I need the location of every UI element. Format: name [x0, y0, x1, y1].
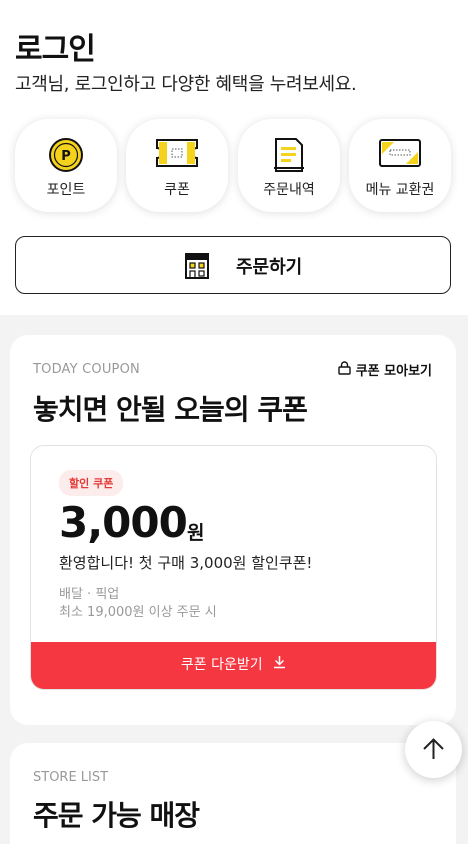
order-button-label: 주문하기: [236, 257, 303, 278]
quick-menu-label: 포인트: [46, 182, 86, 198]
quick-menu-label: 주문내역: [263, 182, 315, 198]
voucher-card-icon: [378, 137, 422, 173]
login-header: 로그인 고객님, 로그인하고 다양한 혜택을 누려보세요. P 포인트 쿠폰 주…: [0, 0, 468, 315]
section-title: 놓치면 안될 오늘의 쿠폰: [33, 393, 308, 426]
coupon-badge: 할인 쿠폰: [59, 470, 124, 496]
section-eyebrow: TODAY COUPON: [33, 362, 140, 377]
coupon-order-type: 배달 · 픽업: [59, 587, 120, 602]
today-coupon-section: TODAY COUPON 쿠폰 모아보기 놓치면 안될 오늘의 쿠폰 할인 쿠폰…: [10, 335, 456, 725]
coupon-download-button[interactable]: 쿠폰 다운받기: [31, 642, 436, 689]
coupon-card: 할인 쿠폰 3,000 원 환영합니다! 첫 구매 3,000원 할인쿠폰! 배…: [30, 445, 437, 690]
quick-menu-coupon[interactable]: 쿠폰: [126, 119, 228, 212]
scroll-to-top-button[interactable]: [405, 721, 462, 778]
receipt-icon: [272, 137, 306, 177]
quick-menu-points[interactable]: P 포인트: [15, 119, 117, 212]
download-icon: [273, 642, 286, 688]
section-eyebrow: STORE LIST: [33, 770, 109, 785]
view-all-coupons-link[interactable]: 쿠폰 모아보기: [338, 360, 432, 379]
quick-menu-order-history[interactable]: 주문내역: [238, 119, 340, 212]
quick-menu-voucher[interactable]: 메뉴 교환권: [349, 119, 451, 212]
coupon-ticket-icon: [155, 137, 199, 173]
view-all-label: 쿠폰 모아보기: [355, 364, 432, 379]
lock-icon: [338, 360, 351, 379]
point-coin-icon: P: [48, 137, 84, 177]
order-button[interactable]: 주문하기: [15, 236, 451, 294]
arrow-up-icon: [423, 738, 444, 759]
page-title[interactable]: 로그인: [15, 24, 96, 68]
store-icon: [184, 252, 210, 284]
quick-menu-label: 쿠폰: [164, 182, 190, 198]
quick-menu-label: 메뉴 교환권: [365, 182, 435, 198]
download-label: 쿠폰 다운받기: [180, 657, 263, 673]
coupon-description: 환영합니다! 첫 구매 3,000원 할인쿠폰!: [59, 554, 313, 572]
login-subtitle[interactable]: 고객님, 로그인하고 다양한 혜택을 누려보세요.: [15, 70, 357, 96]
coupon-amount: 3,000: [59, 498, 188, 547]
coupon-unit: 원: [187, 522, 205, 544]
store-list-section: STORE LIST 주문 가능 매장: [10, 743, 456, 844]
svg-text:P: P: [61, 149, 71, 164]
coupon-min-order: 최소 19,000원 이상 주문 시: [59, 605, 217, 620]
section-title: 주문 가능 매장: [33, 799, 200, 832]
